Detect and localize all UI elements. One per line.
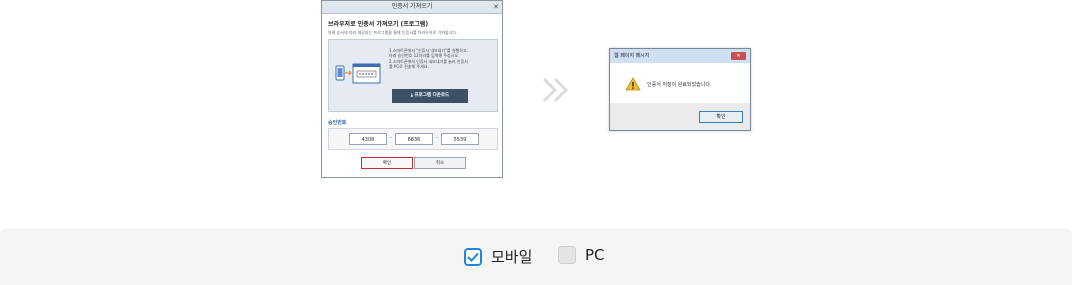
double-chevron-right-icon — [542, 77, 569, 103]
program-download-button[interactable]: ⤓ 프로그램 다운로드 — [392, 89, 468, 103]
approval-number-label: 승인번호 — [328, 120, 347, 126]
step-line: 를 PC로 전송해 주세요. — [389, 63, 429, 69]
web-page-message-window: 웹 페이지 메시지 ✕ 인증서 저장이 완료되었습니다. 확인 — [609, 48, 751, 131]
code-separator: - — [390, 135, 392, 141]
instruction-steps: 1.스마트폰에서 "인증서 내보내기"를 실행하고, 아래 승인번호 12자리를… — [389, 48, 497, 69]
device-option-bar: 모바일 PC — [0, 229, 1072, 285]
dialog-description: 아래 순서에 따라 제공되는 프로그램을 통해 인증서를 브라우저로 가져옵니다… — [328, 30, 458, 35]
approval-code-field[interactable]: 5539 — [441, 133, 479, 145]
dialog-heading: 브라우저로 인증서 가져오기 (프로그램) — [328, 21, 429, 28]
mobile-option[interactable]: 모바일 — [464, 246, 532, 267]
message-title: 웹 페이지 메시지 — [614, 53, 650, 59]
pc-label: PC — [585, 246, 605, 264]
phone-to-pc-icon — [335, 63, 381, 84]
confirm-button[interactable]: 확인 — [361, 157, 413, 169]
warning-icon — [625, 77, 641, 91]
download-label: 프로그램 다운로드 — [414, 93, 450, 98]
mobile-checkbox[interactable] — [464, 247, 482, 266]
instruction-box: 1.스마트폰에서 "인증서 내보내기"를 실행하고, 아래 승인번호 12자리를… — [328, 39, 498, 112]
close-icon[interactable]: ✕ — [731, 52, 746, 60]
approval-code-field[interactable]: 4308 — [349, 133, 387, 145]
dialog-titlebar: 인증서 가져오기 ✕ — [322, 1, 502, 14]
message-titlebar: 웹 페이지 메시지 ✕ — [610, 49, 750, 63]
message-ok-button[interactable]: 확인 — [699, 111, 743, 123]
import-certificate-dialog: 인증서 가져오기 ✕ 브라우저로 인증서 가져오기 (프로그램) 아래 순서에 … — [321, 0, 503, 178]
approval-code-field[interactable]: 6836 — [395, 133, 433, 145]
close-icon[interactable]: ✕ — [493, 1, 499, 13]
message-text: 인증서 저장이 완료되었습니다. — [647, 82, 712, 88]
mobile-label: 모바일 — [491, 248, 533, 266]
pc-checkbox[interactable] — [558, 246, 576, 264]
approval-number-row: 4308 - 6836 - 5539 — [328, 128, 498, 150]
message-body: 인증서 저장이 완료되었습니다. — [610, 63, 750, 103]
pc-option[interactable]: PC — [558, 246, 605, 264]
cancel-button[interactable]: 취소 — [414, 157, 466, 169]
code-separator: - — [436, 135, 438, 141]
dialog-title: 인증서 가져오기 — [391, 3, 433, 10]
checkmark-icon — [467, 252, 479, 262]
